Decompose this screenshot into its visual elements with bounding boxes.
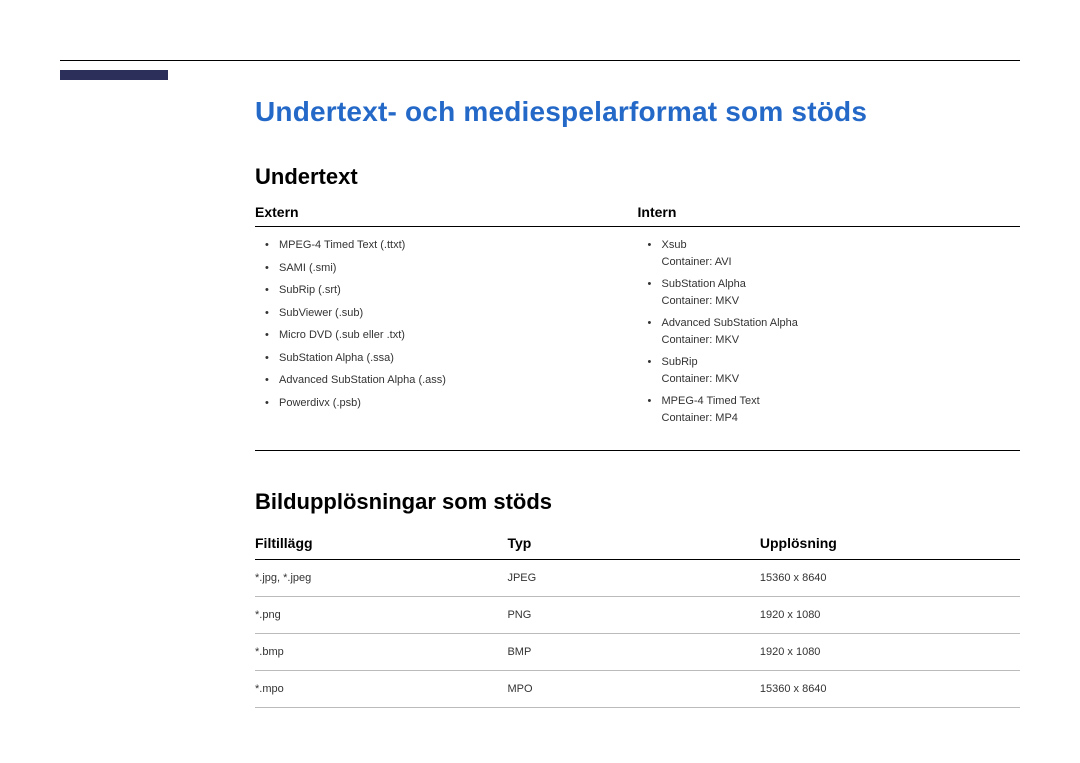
list-item-text: Advanced SubStation Alpha <box>662 317 798 329</box>
resolutions-table: Filtillägg Typ Upplösning *.jpg, *.jpegJ… <box>255 529 1020 708</box>
table-cell-type: BMP <box>507 634 759 671</box>
table-cell-res: 15360 x 8640 <box>760 560 1020 597</box>
table-row: *.bmpBMP1920 x 1080 <box>255 634 1020 671</box>
column-extern: Extern MPEG-4 Timed Text (.ttxt) SAMI (.s… <box>255 204 638 432</box>
list-item-text: SubStation Alpha <box>662 278 746 290</box>
table-cell-res: 1920 x 1080 <box>760 634 1020 671</box>
list-item: Xsub Container: AVI <box>652 237 1021 270</box>
list-item: SubRip Container: MKV <box>652 354 1021 387</box>
list-item: SubStation Alpha (.ssa) <box>269 350 638 367</box>
list-item-subtext: Container: MKV <box>662 332 1021 349</box>
section-resolutions: Bildupplösningar som stöds Filtillägg Ty… <box>255 489 1020 708</box>
list-item-text: Xsub <box>662 239 687 251</box>
table-cell-res: 15360 x 8640 <box>760 671 1020 708</box>
top-rule <box>60 60 1020 61</box>
list-item: SubStation Alpha Container: MKV <box>652 276 1021 309</box>
th-ext: Filtillägg <box>255 529 507 560</box>
table-row: *.jpg, *.jpegJPEG15360 x 8640 <box>255 560 1020 597</box>
intern-list: Xsub Container: AVI SubStation Alpha Contai… <box>638 237 1021 426</box>
table-cell-type: JPEG <box>507 560 759 597</box>
table-cell-type: PNG <box>507 597 759 634</box>
column-intern-label: Intern <box>638 204 1021 227</box>
section-subtitle: Undertext Extern MPEG-4 Timed Text (.ttx… <box>255 164 1020 451</box>
extern-list: MPEG-4 Timed Text (.ttxt) SAMI (.smi) SubR… <box>255 237 638 411</box>
list-item: MPEG-4 Timed Text Container: MP4 <box>652 393 1021 426</box>
table-header-row: Filtillägg Typ Upplösning <box>255 529 1020 560</box>
accent-bar <box>60 70 168 80</box>
table-cell-ext: *.mpo <box>255 671 507 708</box>
list-item: SubRip (.srt) <box>269 282 638 299</box>
list-item-subtext: Container: MKV <box>662 371 1021 388</box>
list-item-text: SubRip <box>662 356 698 368</box>
list-item: Advanced SubStation Alpha (.ass) <box>269 372 638 389</box>
list-item-subtext: Container: MKV <box>662 293 1021 310</box>
list-item: MPEG-4 Timed Text (.ttxt) <box>269 237 638 254</box>
page-title: Undertext- och mediespelarformat som stö… <box>255 96 1020 128</box>
list-item: Advanced SubStation Alpha Container: MKV <box>652 315 1021 348</box>
table-cell-res: 1920 x 1080 <box>760 597 1020 634</box>
list-item-subtext: Container: MP4 <box>662 410 1021 427</box>
th-res: Upplösning <box>760 529 1020 560</box>
list-item-subtext: Container: AVI <box>662 254 1021 271</box>
table-cell-ext: *.bmp <box>255 634 507 671</box>
subtitle-columns: Extern MPEG-4 Timed Text (.ttxt) SAMI (.s… <box>255 204 1020 451</box>
table-cell-type: MPO <box>507 671 759 708</box>
list-item: Powerdivx (.psb) <box>269 395 638 412</box>
list-item: Micro DVD (.sub eller .txt) <box>269 327 638 344</box>
document-page: Undertext- och mediespelarformat som stö… <box>0 0 1080 763</box>
column-intern: Intern Xsub Container: AVI SubStation Alph… <box>638 204 1021 432</box>
th-type: Typ <box>507 529 759 560</box>
table-row: *.pngPNG1920 x 1080 <box>255 597 1020 634</box>
list-item-text: MPEG-4 Timed Text <box>662 395 760 407</box>
table-row: *.mpoMPO15360 x 8640 <box>255 671 1020 708</box>
section-heading-resolutions: Bildupplösningar som stöds <box>255 489 1020 515</box>
table-cell-ext: *.png <box>255 597 507 634</box>
content-area: Undertext- och mediespelarformat som stö… <box>255 96 1020 708</box>
list-item: SAMI (.smi) <box>269 260 638 277</box>
column-extern-label: Extern <box>255 204 638 227</box>
section-heading-subtitle: Undertext <box>255 164 1020 190</box>
list-item: SubViewer (.sub) <box>269 305 638 322</box>
table-cell-ext: *.jpg, *.jpeg <box>255 560 507 597</box>
